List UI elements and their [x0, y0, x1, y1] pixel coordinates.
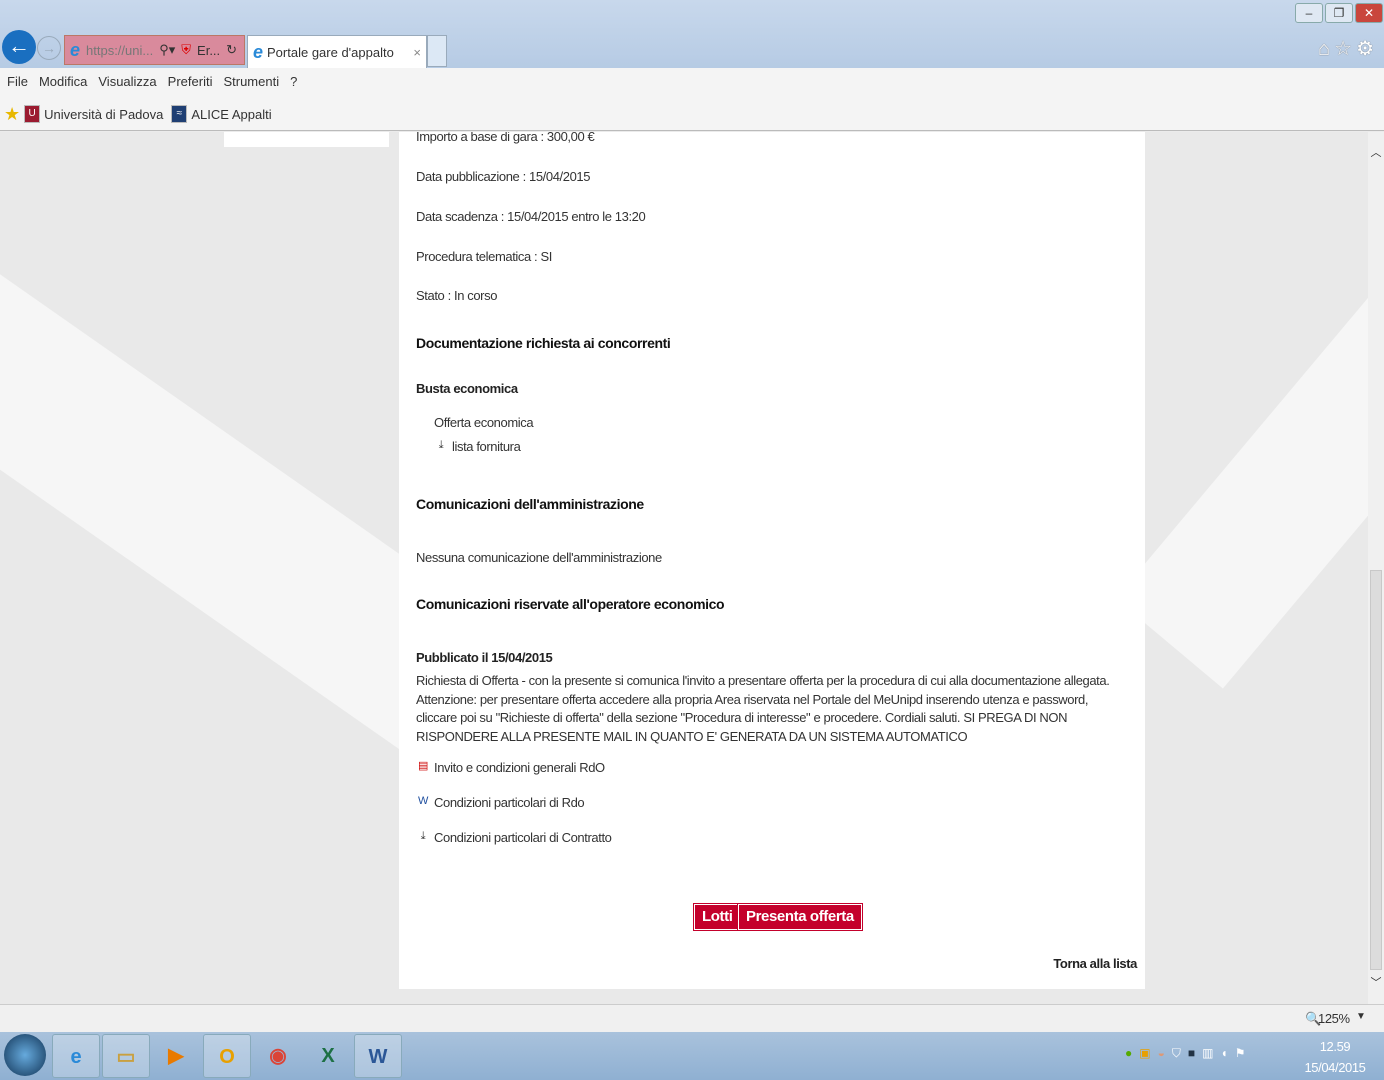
- sync-tray-icon[interactable]: ◒: [1158, 1046, 1165, 1061]
- start-button[interactable]: [4, 1034, 46, 1076]
- zoom-level[interactable]: 125%: [1318, 1011, 1350, 1026]
- certificate-error-icon[interactable]: ⛨: [181, 42, 191, 58]
- clock-time: 12.59: [1319, 1039, 1351, 1054]
- presenta-offerta-button[interactable]: Presenta offerta: [737, 903, 863, 931]
- menu-strumenti[interactable]: Strumenti: [223, 74, 279, 92]
- home-icon[interactable]: ⌂: [1318, 38, 1334, 60]
- offerta-economica: Offerta economica: [434, 415, 534, 430]
- alice-icon: ≈: [171, 105, 188, 123]
- browser-titlebar: – ❐ ✕ ← → e https://uni... ⚲▾ ⛨ Er... ↻ …: [0, 0, 1384, 68]
- comunicazioni-operatore-heading: Comunicazioni riservate all'operatore ec…: [416, 596, 725, 612]
- word-taskbar-icon[interactable]: W: [354, 1034, 402, 1078]
- sidebar-strip: [224, 132, 389, 147]
- ie-icon: e: [70, 39, 81, 60]
- attachment-condizioni-rdo[interactable]: W Condizioni particolari di Rdo: [416, 794, 585, 810]
- excel-taskbar-icon[interactable]: X: [304, 1034, 352, 1078]
- chrome-taskbar-icon[interactable]: ◉: [254, 1034, 302, 1078]
- status-bar: 🔍 125% ▼: [0, 1004, 1384, 1032]
- menu-visualizza[interactable]: Visualizza: [98, 74, 156, 92]
- minimize-button[interactable]: –: [1295, 3, 1323, 23]
- search-icon[interactable]: ⚲▾: [159, 42, 175, 58]
- importo: Importo a base di gara : 300,00 €: [416, 132, 595, 144]
- explorer-taskbar-icon[interactable]: ▭: [102, 1034, 150, 1078]
- attachment-label[interactable]: Condizioni particolari di Rdo: [434, 795, 585, 810]
- close-window-button[interactable]: ✕: [1355, 3, 1383, 23]
- content-panel: Importo a base di gara : 300,00 € Data p…: [399, 132, 1145, 989]
- menu-file[interactable]: File: [7, 74, 28, 92]
- page-viewport: Importo a base di gara : 300,00 € Data p…: [0, 132, 1368, 1004]
- scroll-down-icon[interactable]: ﹀: [1368, 974, 1384, 990]
- outlook-taskbar-icon[interactable]: O: [203, 1034, 251, 1078]
- security-label[interactable]: Er...: [197, 43, 220, 58]
- word-icon: W: [418, 795, 428, 807]
- favorites-star-icon[interactable]: ☆: [1334, 38, 1356, 60]
- lista-fornitura-label[interactable]: lista fornitura: [452, 439, 521, 454]
- published-date: Pubblicato il 15/04/2015: [416, 650, 553, 665]
- scrollbar-thumb[interactable]: [1370, 570, 1382, 970]
- menu-help[interactable]: ?: [290, 74, 297, 92]
- clock-date: 15/04/2015: [1304, 1060, 1366, 1075]
- menu-preferiti[interactable]: Preferiti: [168, 74, 213, 92]
- tab-close-icon[interactable]: ×: [413, 45, 421, 60]
- documentazione-heading: Documentazione richiesta ai concorrenti: [416, 335, 671, 351]
- pdf-icon: ▤: [418, 760, 428, 772]
- flag-icon[interactable]: ⚑: [1235, 1046, 1246, 1061]
- clock[interactable]: 12.59 15/04/2015: [1300, 1036, 1370, 1078]
- favorites-bar: ★ U Università di Padova ≈ ALICE Appalti: [0, 98, 1384, 131]
- gear-icon[interactable]: ⚙: [1356, 38, 1378, 60]
- tab-portale[interactable]: e Portale gare d'appalto ×: [247, 35, 427, 68]
- outlook-tray-icon[interactable]: ▣: [1139, 1046, 1150, 1061]
- nessuna-comunicazione: Nessuna comunicazione dell'amministrazio…: [416, 550, 662, 565]
- menu-modifica[interactable]: Modifica: [39, 74, 87, 92]
- data-scadenza: Data scadenza : 15/04/2015 entro le 13:2…: [416, 209, 646, 224]
- new-tab-button[interactable]: [427, 35, 447, 67]
- attachment-label[interactable]: Condizioni particolari di Contratto: [434, 830, 612, 845]
- busta-economica: Busta economica: [416, 381, 518, 396]
- add-favorite-star-icon[interactable]: ★: [4, 104, 20, 125]
- attachment-label[interactable]: Invito e condizioni generali RdO: [434, 760, 605, 775]
- tab-title: Portale gare d'appalto: [267, 44, 394, 60]
- back-button[interactable]: ←: [2, 30, 36, 64]
- stato: Stato : In corso: [416, 288, 498, 303]
- media-player-taskbar-icon[interactable]: ▶: [152, 1034, 200, 1078]
- network-icon[interactable]: ▥: [1202, 1046, 1213, 1061]
- un-tray-icon[interactable]: ■: [1188, 1046, 1195, 1061]
- lotti-button[interactable]: Lotti: [692, 903, 742, 931]
- torna-alla-lista-link[interactable]: Torna alla lista: [1053, 956, 1137, 971]
- shield-icon: U: [24, 105, 41, 123]
- download-icon: ⤓: [420, 830, 426, 842]
- address-bar[interactable]: e https://uni... ⚲▾ ⛨ Er... ↻: [64, 35, 245, 65]
- address-text[interactable]: https://uni...: [86, 43, 153, 58]
- comunicazioni-amministrazione-heading: Comunicazioni dell'amministrazione: [416, 496, 644, 512]
- lista-fornitura-link[interactable]: ⤓ lista fornitura: [434, 438, 521, 454]
- menu-bar: File Modifica Visualizza Preferiti Strum…: [0, 68, 1384, 98]
- ie-taskbar-icon[interactable]: e: [52, 1034, 100, 1078]
- favorite-alice[interactable]: ALICE Appalti: [191, 107, 271, 122]
- shield-tray-icon[interactable]: ⛉: [1172, 1046, 1181, 1061]
- green-orb-icon[interactable]: ●: [1125, 1046, 1132, 1061]
- attachment-invito[interactable]: ▤ Invito e condizioni generali RdO: [416, 759, 605, 775]
- message-body: Richiesta di Offerta - con la presente s…: [416, 673, 1110, 744]
- vertical-scrollbar[interactable]: ︿ ﹀: [1368, 132, 1384, 1004]
- scroll-up-icon[interactable]: ︿: [1368, 144, 1384, 160]
- restore-button[interactable]: ❐: [1325, 3, 1353, 23]
- favorite-unipd[interactable]: Università di Padova: [44, 107, 163, 122]
- ie-icon: e: [253, 41, 264, 62]
- zoom-dropdown-icon[interactable]: ▼: [1356, 1011, 1366, 1022]
- taskbar: e ▭ ▶ O ◉ X W ● ▣ ◒ ⛉ ■ ▥ ◖ ⚑ 12.59 15/0…: [0, 1032, 1384, 1080]
- forward-button[interactable]: →: [37, 36, 61, 60]
- attachment-condizioni-contratto[interactable]: ⤓ Condizioni particolari di Contratto: [416, 829, 612, 845]
- system-tray: ● ▣ ◒ ⛉ ■ ▥ ◖ ⚑: [1125, 1046, 1245, 1061]
- data-pubblicazione: Data pubblicazione : 15/04/2015: [416, 169, 591, 184]
- procedura-telematica: Procedura telematica : SI: [416, 249, 552, 264]
- download-icon: ⤓: [438, 439, 444, 451]
- refresh-icon[interactable]: ↻: [226, 42, 237, 58]
- volume-icon[interactable]: ◖: [1220, 1046, 1227, 1061]
